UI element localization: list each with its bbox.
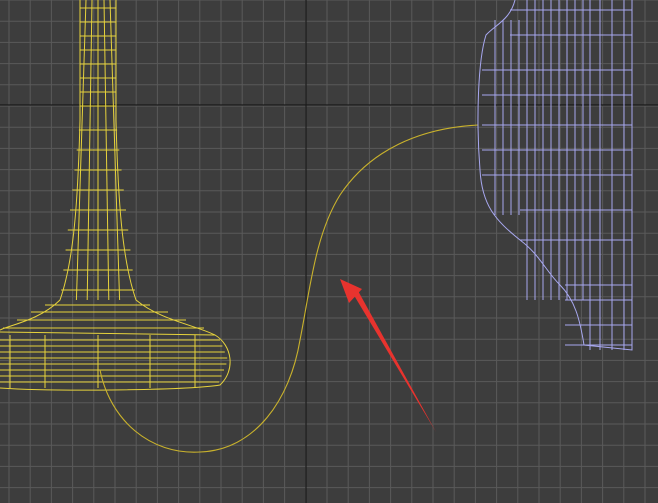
3d-viewport[interactable] [0,0,658,503]
